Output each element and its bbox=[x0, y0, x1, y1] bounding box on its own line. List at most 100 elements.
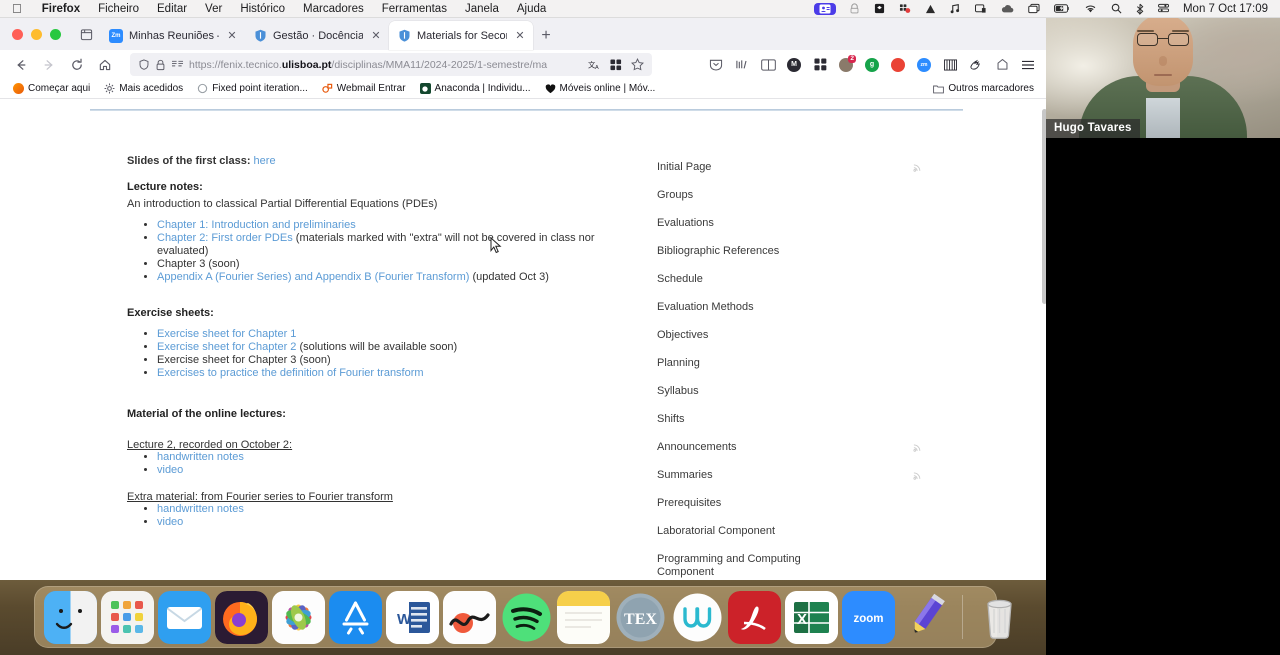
mendeley-icon[interactable]: M bbox=[783, 54, 805, 76]
menu-item-ver[interactable]: Ver bbox=[196, 3, 231, 15]
wolfram-icon[interactable] bbox=[671, 591, 724, 644]
sidebar-item-planning[interactable]: Planning bbox=[646, 357, 946, 370]
save-to-pocket-icon[interactable] bbox=[991, 54, 1013, 76]
maximize-window-button[interactable] bbox=[50, 28, 61, 40]
bookmark-mais-acedidos[interactable]: Mais acedidos bbox=[97, 83, 190, 94]
extra-notes-link[interactable]: handwritten notes bbox=[157, 503, 244, 515]
screenshot-icon[interactable] bbox=[968, 3, 994, 14]
spotlight-search-icon[interactable] bbox=[1104, 3, 1129, 14]
apple-logo-icon[interactable]:  bbox=[0, 2, 33, 15]
bookmark-comecar-aqui[interactable]: Começar aqui bbox=[6, 83, 97, 94]
microsoft-word-icon[interactable]: W bbox=[386, 590, 439, 644]
reload-icon[interactable] bbox=[64, 53, 90, 77]
finder-icon[interactable] bbox=[44, 590, 97, 644]
triangle-icon[interactable] bbox=[918, 4, 943, 14]
close-window-button[interactable] bbox=[12, 28, 23, 40]
app-store-icon[interactable] bbox=[329, 590, 382, 644]
close-tab-icon[interactable]: ✕ bbox=[369, 29, 383, 43]
minimize-window-button[interactable] bbox=[31, 28, 42, 40]
sidebar-item-prerequisites[interactable]: Prerequisites bbox=[646, 497, 946, 510]
menu-item-ajuda[interactable]: Ajuda bbox=[508, 3, 555, 15]
control-center-icon[interactable] bbox=[1151, 3, 1177, 14]
address-bar[interactable]: https://fenix.tecnico.ulisboa.pt/discipl… bbox=[130, 53, 652, 76]
back-arrow-icon[interactable] bbox=[8, 53, 34, 77]
photos-icon[interactable] bbox=[272, 590, 325, 644]
bluetooth-icon[interactable] bbox=[1129, 3, 1151, 15]
launchpad-icon[interactable] bbox=[101, 590, 154, 644]
bookmark-anaconda[interactable]: Anaconda | Individu... bbox=[413, 83, 538, 94]
close-tab-icon[interactable]: ✕ bbox=[225, 29, 239, 43]
rss-icon[interactable] bbox=[913, 471, 922, 480]
sidebar-item-evaluations[interactable]: Evaluations bbox=[646, 217, 946, 230]
browser-tab-materials-active[interactable]: Materials for Second Module - M ✕ bbox=[389, 21, 533, 50]
menu-item-firefox[interactable]: Firefox bbox=[33, 3, 89, 15]
browser-tab-zoom[interactable]: Zm Minhas Reuniões – Zoom ✕ bbox=[101, 21, 245, 50]
freeform-icon[interactable] bbox=[443, 590, 496, 644]
wifi-icon[interactable] bbox=[1077, 4, 1104, 14]
sidebar-item-syllabus[interactable]: Syllabus bbox=[646, 385, 946, 398]
appendix-link[interactable]: Appendix A (Fourier Series) and Appendix… bbox=[157, 271, 469, 283]
rss-icon[interactable] bbox=[913, 443, 922, 452]
sidebar-item-schedule[interactable]: Schedule bbox=[646, 273, 946, 286]
sidebar-item-evaluation-methods[interactable]: Evaluation Methods bbox=[646, 301, 946, 314]
spotify-icon[interactable] bbox=[500, 591, 553, 644]
sidebar-item-groups[interactable]: Groups bbox=[646, 189, 946, 202]
vpn-icon[interactable] bbox=[842, 3, 867, 14]
sidebar-item-bibliographic-references[interactable]: Bibliographic References bbox=[646, 245, 946, 258]
sidebar-item-shifts[interactable]: Shifts bbox=[646, 413, 946, 426]
bookmark-moveis-online[interactable]: Móveis online | Móv... bbox=[538, 83, 663, 94]
pocket-icon[interactable] bbox=[705, 54, 727, 76]
app-menu-hamburger-icon[interactable] bbox=[1017, 54, 1039, 76]
list-all-tabs-icon[interactable] bbox=[71, 18, 101, 50]
menu-item-ferramentas[interactable]: Ferramentas bbox=[373, 3, 456, 15]
sidebar-item-summaries[interactable]: Summaries bbox=[646, 469, 946, 482]
star-icon[interactable] bbox=[631, 58, 644, 71]
padlock-icon[interactable] bbox=[155, 59, 166, 71]
menu-item-janela[interactable]: Janela bbox=[456, 3, 508, 15]
lecture-2-notes-link[interactable]: handwritten notes bbox=[157, 451, 244, 463]
menubar-clock[interactable]: Mon 7 Oct 17:09 bbox=[1177, 3, 1272, 15]
slides-here-link[interactable]: here bbox=[254, 155, 276, 167]
exercise-sheet-1-link[interactable]: Exercise sheet for Chapter 1 bbox=[157, 328, 296, 340]
sidebar-item-objectives[interactable]: Objectives bbox=[646, 329, 946, 342]
library-icon[interactable] bbox=[731, 54, 753, 76]
menu-item-historico[interactable]: Histórico bbox=[231, 3, 294, 15]
sidebar-item-initial-page[interactable]: Initial Page bbox=[646, 161, 946, 174]
sidebar-item-laboratorial-component[interactable]: Laboratorial Component bbox=[646, 525, 946, 538]
adobe-acrobat-icon[interactable] bbox=[728, 590, 781, 644]
cloud-icon[interactable] bbox=[994, 4, 1021, 14]
exercise-sheet-2-link[interactable]: Exercise sheet for Chapter 2 bbox=[157, 341, 296, 353]
chapter-1-link[interactable]: Chapter 1: Introduction and preliminarie… bbox=[157, 219, 356, 231]
browser-tab-gestao[interactable]: Gestão · Docência ✕ bbox=[245, 21, 389, 50]
sidebar-item-programming-computing-component[interactable]: Programming and Computing Component bbox=[646, 553, 946, 579]
menu-item-marcadores[interactable]: Marcadores bbox=[294, 3, 373, 15]
sidebar-icon[interactable] bbox=[757, 54, 779, 76]
piano-keys-icon[interactable] bbox=[939, 54, 961, 76]
extensions-grid-icon[interactable] bbox=[610, 58, 622, 71]
battery-icon[interactable] bbox=[1047, 4, 1077, 13]
menu-item-editar[interactable]: Editar bbox=[148, 3, 196, 15]
notes-icon[interactable] bbox=[557, 590, 610, 644]
pencil-icon[interactable] bbox=[899, 591, 952, 644]
reader-mode-icon[interactable] bbox=[171, 59, 184, 70]
trash-icon[interactable] bbox=[973, 591, 1026, 644]
bookmark-fixed-point-iteration[interactable]: Fixed point iteration... bbox=[190, 83, 315, 94]
microsoft-excel-icon[interactable]: X bbox=[785, 590, 838, 644]
lecture-2-video-link[interactable]: video bbox=[157, 464, 183, 476]
rss-icon[interactable] bbox=[913, 163, 922, 172]
sidebar-item-announcements[interactable]: Announcements bbox=[646, 441, 946, 454]
home-icon[interactable] bbox=[92, 53, 118, 77]
firefox-icon[interactable] bbox=[215, 590, 268, 644]
display-mirror-icon[interactable] bbox=[1021, 3, 1047, 14]
menu-item-ficheiro[interactable]: Ficheiro bbox=[89, 3, 148, 15]
extensions-squares-icon[interactable] bbox=[809, 54, 831, 76]
texshop-icon[interactable]: TEX bbox=[614, 591, 667, 644]
music-note-icon[interactable] bbox=[943, 3, 968, 14]
close-tab-icon[interactable]: ✕ bbox=[513, 29, 527, 43]
grammarly-icon[interactable]: g bbox=[861, 54, 883, 76]
dropbox-icon[interactable] bbox=[867, 3, 892, 14]
mail-icon[interactable] bbox=[158, 590, 211, 644]
gmail-icon[interactable] bbox=[887, 54, 909, 76]
new-tab-button[interactable]: + bbox=[533, 21, 559, 50]
firefox-account-icon[interactable] bbox=[965, 54, 987, 76]
